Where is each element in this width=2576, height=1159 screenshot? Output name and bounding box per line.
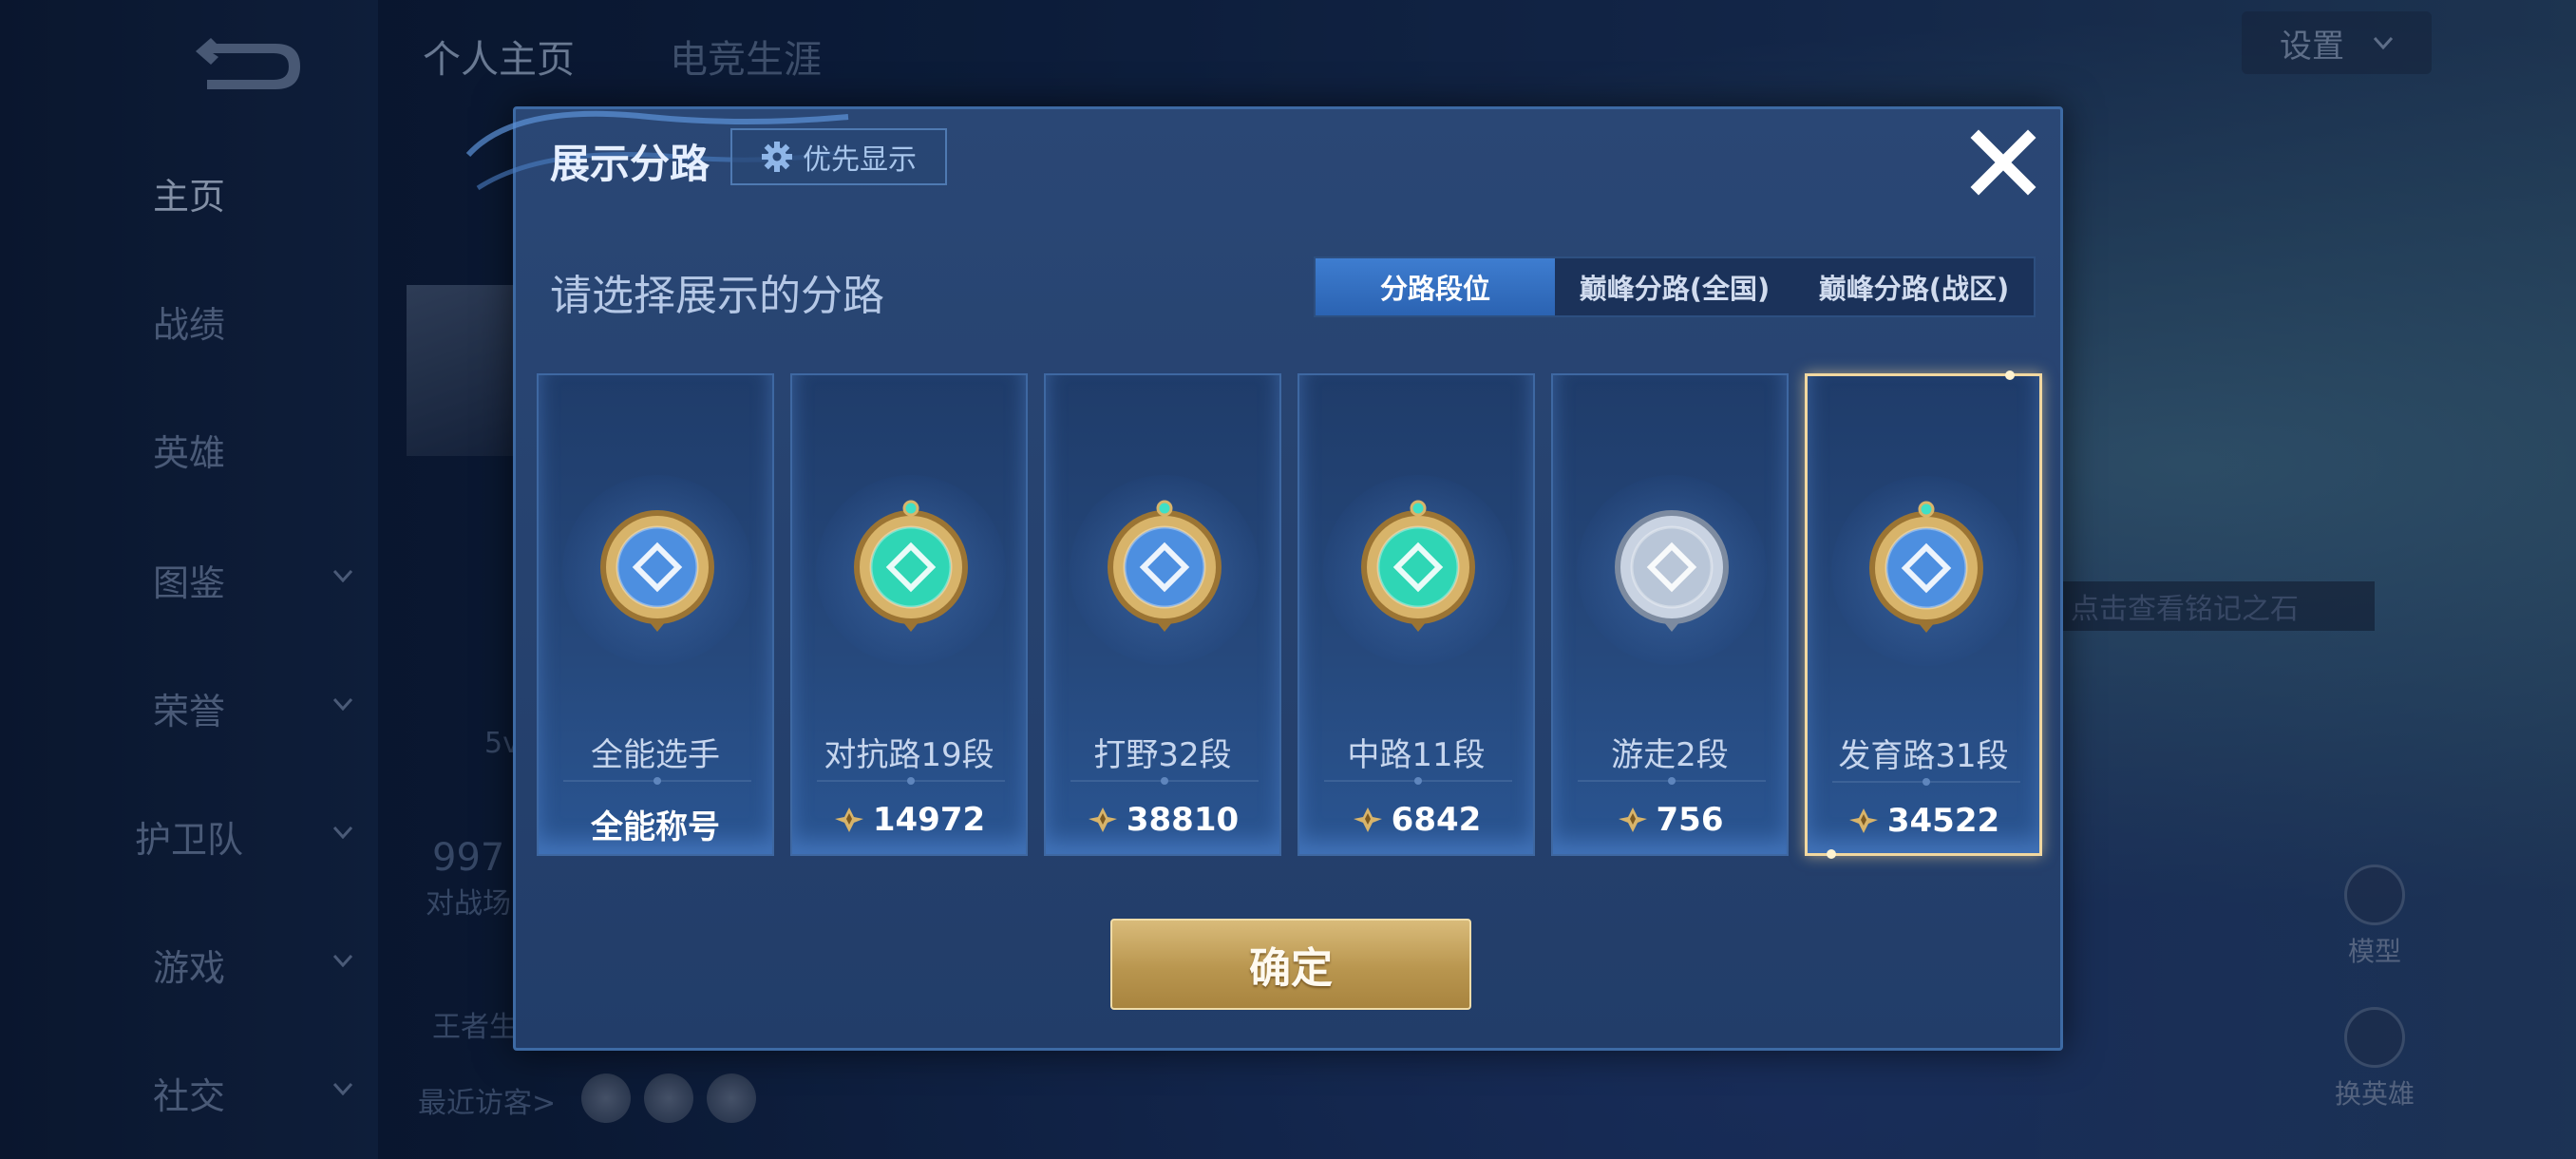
profile-screen: 主页 战绩 英雄 图鉴 荣誉 护卫队 游戏 社交 个人主页 电竞生涯 设置 997 对战场 5… xyxy=(0,0,2576,1159)
clash-lane-emblem-icon xyxy=(854,500,968,632)
lane-value: 14972 xyxy=(792,801,1026,839)
farm-lane-emblem-icon xyxy=(1869,501,1983,633)
lane-name: 游走2段 xyxy=(1611,736,1729,774)
lane-value: 34522 xyxy=(1808,802,2039,840)
tab-peak-lane-region[interactable]: 巅峰分路(战区) xyxy=(1794,258,2034,315)
lane-value-text: 14972 xyxy=(872,801,986,839)
roam-emblem-icon xyxy=(1615,510,1729,632)
tab-lane-rank[interactable]: 分路段位 xyxy=(1316,258,1555,315)
lane-card[interactable]: 打野32段 38810 xyxy=(1044,373,1281,856)
confirm-button[interactable]: 确定 xyxy=(1110,919,1471,1010)
selection-corner-dot xyxy=(1827,849,1836,859)
divider xyxy=(1578,777,1766,785)
lane-card[interactable]: 游走2段 756 xyxy=(1551,373,1789,856)
peak-points-icon xyxy=(1848,808,1878,833)
gear-icon xyxy=(762,142,792,172)
lane-card[interactable]: 中路11段 6842 xyxy=(1297,373,1535,856)
lane-name: 全能选手 xyxy=(591,736,720,774)
priority-display-label: 优先显示 xyxy=(803,143,917,177)
lane-type-tabs: 分路段位 巅峰分路(全国) 巅峰分路(战区) xyxy=(1314,256,2036,317)
mid-lane-emblem-icon xyxy=(1361,500,1475,632)
lane-display-dialog: 展示分路 优先显示 请选择展示的分路 分路段位 巅峰分路(全国) 巅峰分路(战区… xyxy=(465,106,2063,1051)
divider xyxy=(563,777,751,785)
lane-value-text: 全能称号 xyxy=(591,808,720,846)
lane-card[interactable]: 发育路31段 34522 xyxy=(1805,370,2042,859)
lane-value: 全能称号 xyxy=(539,801,772,847)
jungle-emblem-icon xyxy=(1108,500,1222,632)
lane-value-text: 756 xyxy=(1656,801,1724,839)
tab-peak-lane-national[interactable]: 巅峰分路(全国) xyxy=(1555,258,1794,315)
lane-name: 打野32段 xyxy=(1093,736,1232,774)
peak-points-icon xyxy=(1353,808,1382,832)
peak-points-icon xyxy=(1618,808,1647,832)
divider xyxy=(1832,778,2020,786)
dialog-title: 展示分路 xyxy=(550,141,710,187)
all-round-emblem-icon xyxy=(600,510,714,632)
confirm-label: 确定 xyxy=(1249,944,1333,993)
selection-corner-dot xyxy=(2005,370,2015,380)
lane-value: 38810 xyxy=(1046,801,1279,839)
peak-points-icon xyxy=(1088,808,1117,832)
divider xyxy=(817,777,1005,785)
divider xyxy=(1324,777,1512,785)
dialog-subtitle: 请选择展示的分路 xyxy=(550,272,884,320)
lane-name: 对抗路19段 xyxy=(824,736,994,774)
divider xyxy=(1070,777,1259,785)
lane-value-text: 34522 xyxy=(1886,802,2000,840)
lane-name: 发育路31段 xyxy=(1838,737,2009,775)
peak-points-icon xyxy=(834,808,863,832)
lane-cards: 全能选手 全能称号 对抗路19段 14972 打野32段 38810 中路11段 6842 游走… xyxy=(537,370,2047,859)
priority-display-button[interactable]: 优先显示 xyxy=(730,128,947,185)
lane-card[interactable]: 对抗路19段 14972 xyxy=(790,373,1028,856)
lane-value: 6842 xyxy=(1299,801,1533,839)
close-icon[interactable] xyxy=(1967,126,2039,199)
lane-value-text: 38810 xyxy=(1126,801,1240,839)
lane-card[interactable]: 全能选手 全能称号 xyxy=(537,373,774,856)
lane-value: 756 xyxy=(1553,801,1787,839)
lane-name: 中路11段 xyxy=(1347,736,1486,774)
lane-value-text: 6842 xyxy=(1391,801,1482,839)
